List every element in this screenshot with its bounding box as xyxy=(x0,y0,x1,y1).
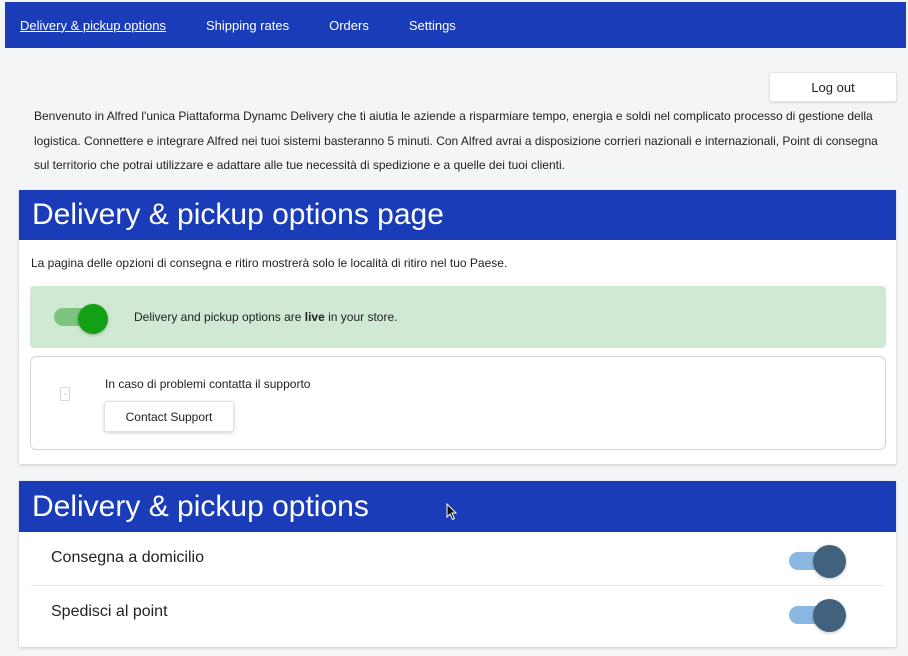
nav-orders[interactable]: Orders xyxy=(329,18,369,33)
support-text: In caso di problemi contatta il supporto xyxy=(105,377,311,391)
intro-paragraph: Benvenuto in Alfred l'unica Piattaforma … xyxy=(34,109,878,172)
support-image-icon: ▫ xyxy=(60,387,70,401)
contact-support-button[interactable]: Contact Support xyxy=(104,401,234,432)
point-toggle[interactable] xyxy=(789,598,849,632)
option-label-point: Spedisci al point xyxy=(51,603,168,620)
live-status-text-bold: live xyxy=(304,310,325,324)
option-row-consegna: Consegna a domicilio xyxy=(19,532,896,586)
live-status-text-before: Delivery and pickup options are xyxy=(134,310,305,324)
option-label-consegna: Consegna a domicilio xyxy=(51,549,204,566)
option-row-point: Spedisci al point xyxy=(19,586,896,640)
nav-shipping-rates[interactable]: Shipping rates xyxy=(206,18,289,33)
options-page-title: Delivery & pickup options page xyxy=(19,190,896,240)
live-status-banner: Delivery and pickup options are live in … xyxy=(30,286,886,348)
top-navigation: Delivery & pickup options Shipping rates… xyxy=(5,2,906,48)
options-page-description: La pagina delle opzioni di consegna e ri… xyxy=(31,256,508,270)
nav-settings[interactable]: Settings xyxy=(409,18,456,33)
live-status-text: Delivery and pickup options are live in … xyxy=(134,310,397,324)
mouse-cursor-icon xyxy=(446,503,458,521)
nav-delivery-pickup-options[interactable]: Delivery & pickup options xyxy=(20,18,166,33)
point-toggle-knob xyxy=(813,599,846,632)
live-toggle[interactable] xyxy=(54,304,108,334)
support-box: ▫ In caso di problemi contatta il suppor… xyxy=(30,356,886,450)
options-page-card: Delivery & pickup options page La pagina… xyxy=(19,190,896,464)
consegna-toggle[interactable] xyxy=(789,544,849,578)
consegna-toggle-knob xyxy=(813,545,846,578)
live-toggle-knob xyxy=(78,304,108,334)
live-status-text-after: in your store. xyxy=(324,310,398,324)
logout-button[interactable]: Log out xyxy=(769,72,897,102)
